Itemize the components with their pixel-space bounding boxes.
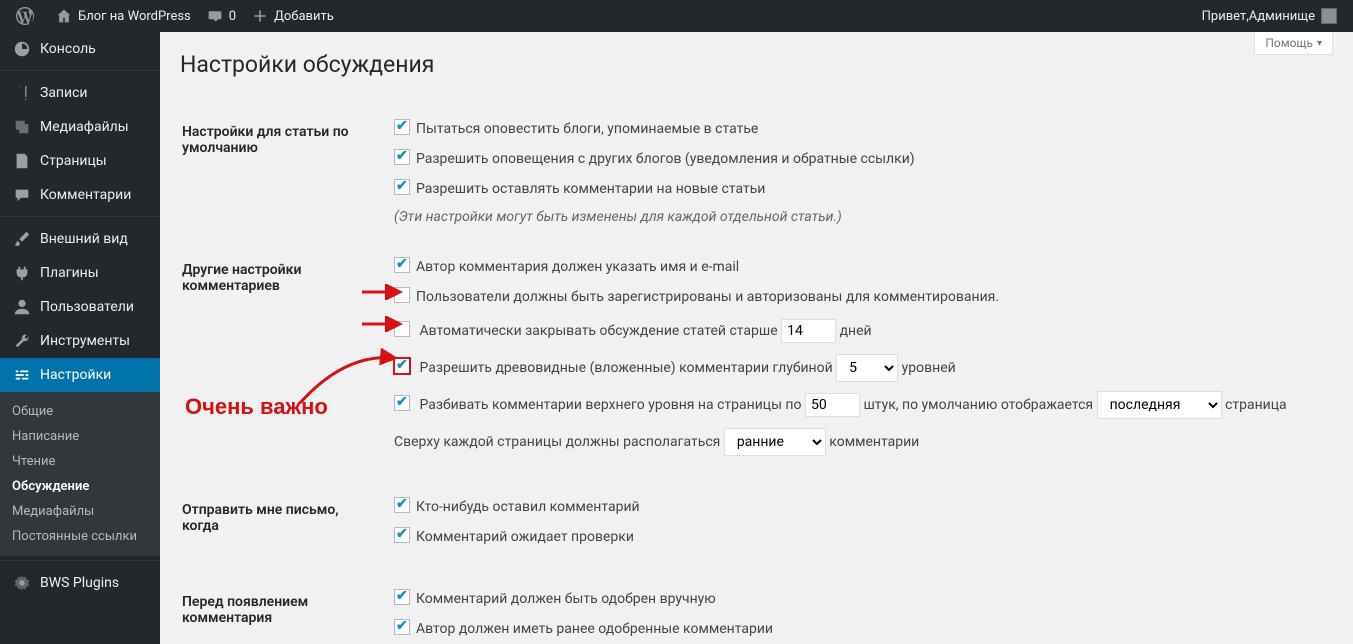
brush-icon	[12, 230, 32, 248]
menu-label: Плагины	[40, 265, 99, 281]
menu-label: Страницы	[40, 153, 107, 169]
default-note: (Эти настройки могут быть изменены для к…	[394, 209, 1321, 225]
admin-bar: Блог на WordPress 0 Добавить Привет, Адм…	[0, 0, 1353, 32]
opt-registration-required[interactable]: Пользователи должны быть зарегистрирован…	[394, 287, 1321, 308]
submenu-writing[interactable]: Написание	[0, 424, 160, 449]
menu-label: Медиафайлы	[40, 119, 129, 135]
checkbox-pingback[interactable]	[394, 119, 410, 135]
checkbox-threaded[interactable]	[394, 358, 410, 374]
opt-require-name[interactable]: Автор комментария должен указать имя и e…	[394, 257, 1321, 278]
help-tab[interactable]: Помощь	[1254, 32, 1333, 55]
dashboard-icon	[12, 40, 32, 58]
menu-posts[interactable]: Записи	[0, 76, 160, 110]
opt-paginate: Разбивать комментарии верхнего уровня на…	[394, 391, 1321, 419]
menu-plugins[interactable]: Плагины	[0, 256, 160, 290]
submenu-permalinks[interactable]: Постоянные ссылки	[0, 524, 160, 549]
gear-icon	[12, 574, 32, 592]
avatar	[1321, 8, 1337, 24]
menu-label: Внешний вид	[40, 231, 128, 247]
submenu-media[interactable]: Медиафайлы	[0, 499, 160, 524]
menu-users[interactable]: Пользователи	[0, 290, 160, 324]
menu-settings[interactable]: Настройки	[0, 358, 160, 392]
checkbox-approve[interactable]	[394, 589, 410, 605]
input-close-days[interactable]	[781, 319, 836, 343]
plus-icon	[252, 8, 268, 24]
opt-auto-close: Автоматически закрывать обсуждение стате…	[394, 317, 1321, 345]
checkbox-ping-status[interactable]	[394, 149, 410, 165]
add-new-link[interactable]: Добавить	[244, 0, 342, 32]
menu-label: BWS Plugins	[40, 575, 119, 591]
opt-comment-status[interactable]: Разрешить оставлять комментарии на новые…	[394, 179, 1321, 200]
plugin-icon	[12, 264, 32, 282]
checkbox-require-name[interactable]	[394, 257, 410, 273]
add-new-label: Добавить	[274, 9, 334, 24]
checkbox-auto-close[interactable]	[394, 321, 410, 337]
opt-pingback[interactable]: Пытаться оповестить блоги, упоминаемые в…	[394, 119, 1321, 140]
select-thread-depth[interactable]: 5	[836, 354, 898, 382]
menu-label: Инструменты	[40, 333, 130, 349]
comments-count: 0	[229, 9, 236, 24]
opt-email-moderation[interactable]: Комментарий ожидает проверки	[394, 527, 1321, 548]
section-default-label: Настройки для статьи по умолчанию	[182, 104, 382, 240]
section-other-label: Другие настройки комментариев	[182, 242, 382, 480]
page-title: Настройки обсуждения	[180, 42, 1333, 102]
home-icon	[56, 8, 72, 24]
submenu-discussion[interactable]: Обсуждение	[0, 474, 160, 499]
menu-pages[interactable]: Страницы	[0, 144, 160, 178]
menu-tools[interactable]: Инструменты	[0, 324, 160, 358]
menu-label: Консоль	[40, 41, 96, 57]
select-comment-order[interactable]: ранние	[724, 428, 826, 456]
checkbox-email-moderation[interactable]	[394, 527, 410, 543]
checkbox-registration[interactable]	[394, 287, 410, 303]
menu-media[interactable]: Медиафайлы	[0, 110, 160, 144]
section-email-label: Отправить мне письмо, когда	[182, 482, 382, 572]
comments-icon	[12, 186, 32, 204]
opt-ping-status[interactable]: Разрешить оповещения с других блогов (ув…	[394, 149, 1321, 170]
sliders-icon	[12, 366, 32, 384]
media-icon	[12, 118, 32, 136]
section-before-label: Перед появлением комментария	[182, 574, 382, 644]
page-icon	[12, 152, 32, 170]
user-display-name: Админище	[1249, 9, 1315, 24]
menu-bws-plugins[interactable]: BWS Plugins	[0, 566, 160, 600]
wrench-icon	[12, 332, 32, 350]
menu-comments[interactable]: Комментарии	[0, 178, 160, 212]
opt-email-new-comment[interactable]: Кто-нибудь оставил комментарий	[394, 497, 1321, 518]
my-account[interactable]: Привет, Админище	[1194, 0, 1345, 32]
site-title: Блог на WordPress	[78, 9, 191, 24]
submenu-general[interactable]: Общие	[0, 399, 160, 424]
menu-label: Записи	[40, 85, 88, 101]
opt-threaded: Разрешить древовидные (вложенные) коммен…	[394, 354, 1321, 382]
submenu-reading[interactable]: Чтение	[0, 449, 160, 474]
checkbox-whitelist[interactable]	[394, 619, 410, 635]
user-icon	[12, 298, 32, 316]
checkbox-email-new[interactable]	[394, 497, 410, 513]
comment-icon	[207, 8, 223, 24]
site-name-link[interactable]: Блог на WordPress	[48, 0, 199, 32]
wordpress-icon	[16, 7, 34, 25]
opt-approve-manual[interactable]: Комментарий должен быть одобрен вручную	[394, 589, 1321, 610]
menu-label: Комментарии	[40, 187, 131, 203]
checkbox-comment-status[interactable]	[394, 179, 410, 195]
howdy-prefix: Привет,	[1202, 9, 1249, 24]
wp-logo[interactable]	[8, 0, 48, 32]
checkbox-paginate[interactable]	[394, 395, 410, 411]
input-per-page[interactable]	[805, 393, 860, 417]
settings-submenu: Общие Написание Чтение Обсуждение Медиаф…	[0, 392, 160, 556]
opt-comment-order: Сверху каждой страницы должны располагат…	[394, 428, 1321, 456]
opt-whitelist[interactable]: Автор должен иметь ранее одобренные комм…	[394, 619, 1321, 640]
menu-dashboard[interactable]: Консоль	[0, 32, 160, 66]
content-wrap: Помощь Настройки обсуждения Настройки дл…	[160, 32, 1353, 644]
menu-label: Настройки	[40, 367, 111, 383]
select-default-page[interactable]: последняя	[1097, 391, 1222, 419]
settings-form-table: Настройки для статьи по умолчанию Пытать…	[180, 102, 1333, 644]
menu-appearance[interactable]: Внешний вид	[0, 222, 160, 256]
pin-icon	[12, 84, 32, 102]
comments-link[interactable]: 0	[199, 0, 244, 32]
menu-label: Пользователи	[40, 299, 134, 315]
admin-sidebar: Консоль Записи Медиафайлы Страницы Комме…	[0, 32, 160, 644]
